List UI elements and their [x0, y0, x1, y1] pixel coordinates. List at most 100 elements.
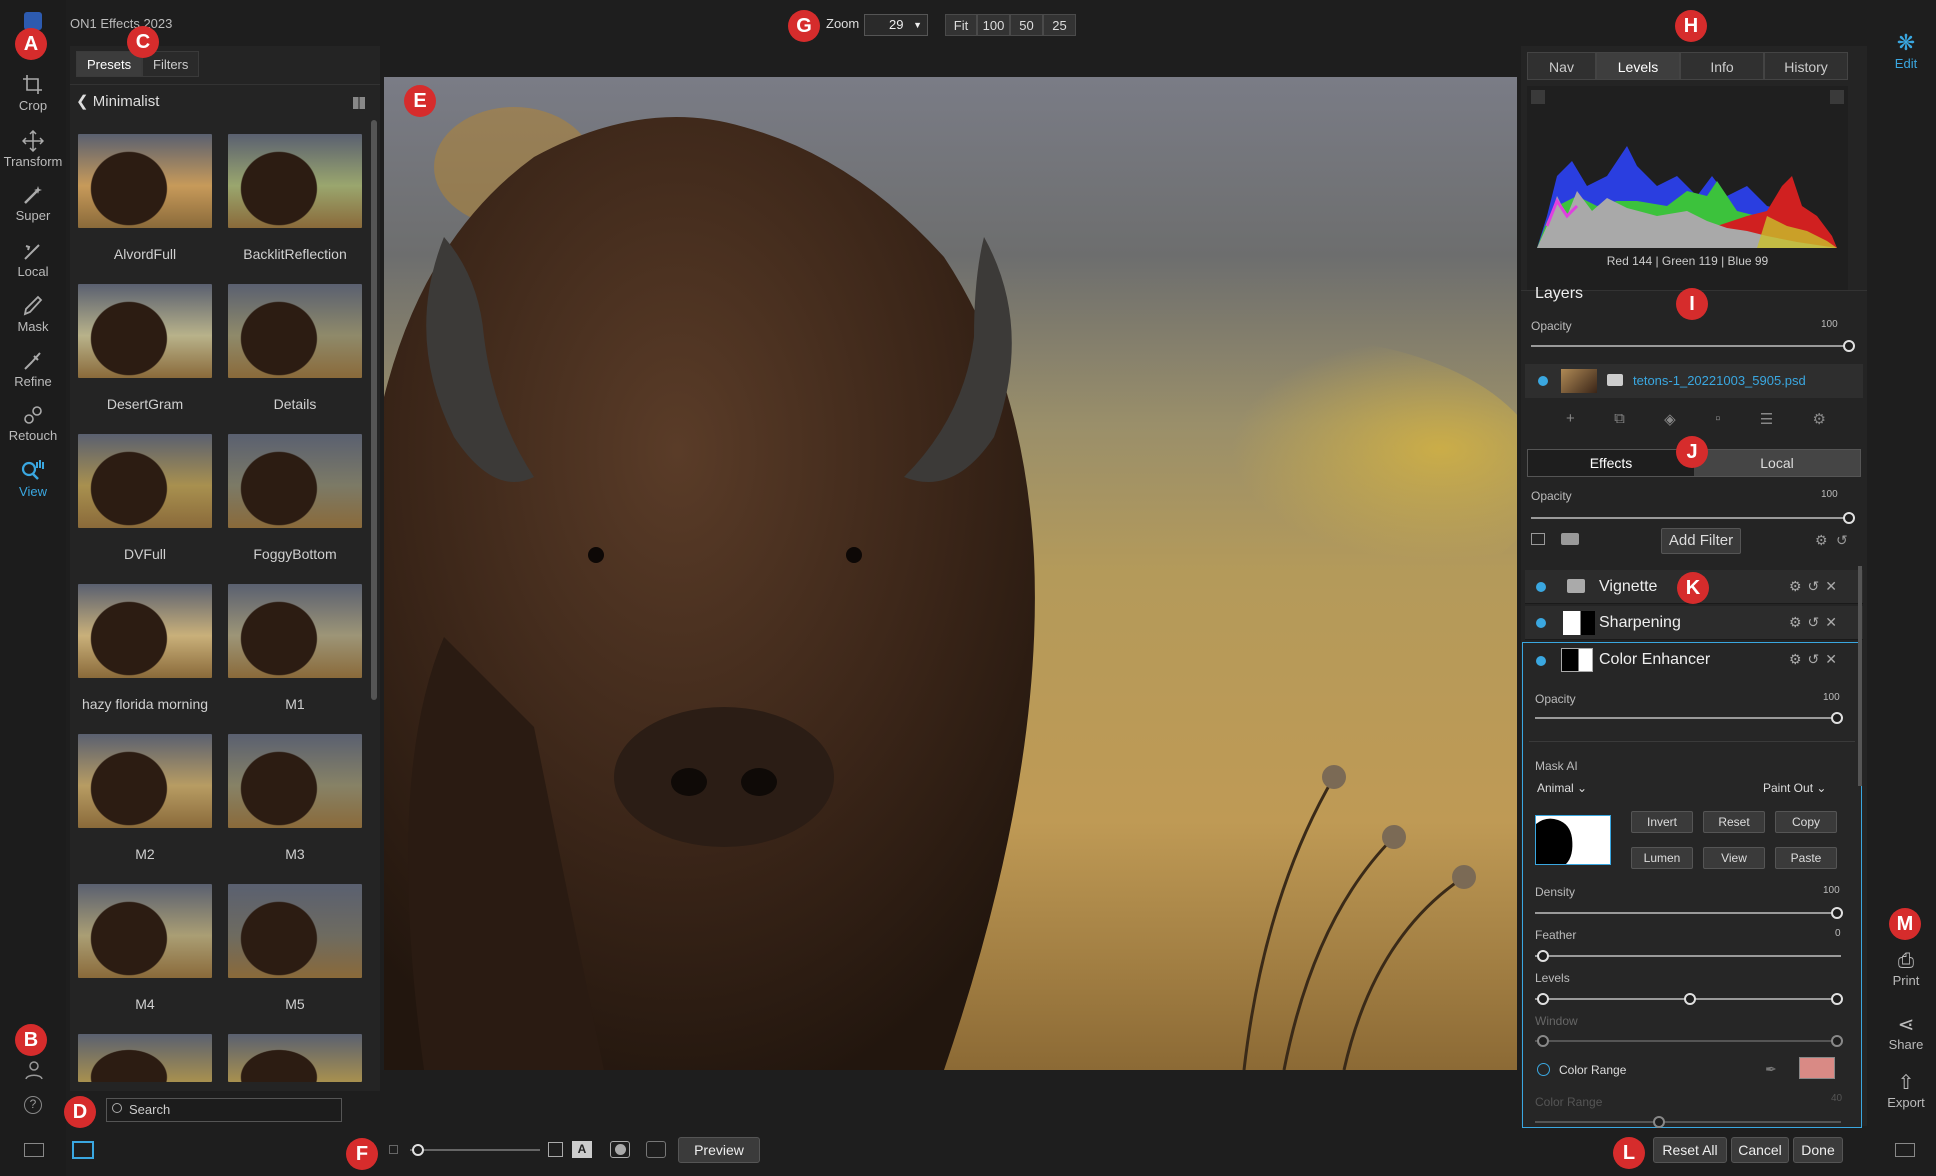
paste-button[interactable]: Paste — [1775, 847, 1837, 869]
layers-opacity-slider[interactable] — [1531, 345, 1853, 347]
color-swatch[interactable] — [1799, 1057, 1835, 1079]
layer-mask-icon[interactable] — [1607, 374, 1623, 386]
filter-visibility-icon[interactable] — [1536, 618, 1546, 628]
preset-thumbnail[interactable] — [78, 1034, 212, 1082]
copy-button[interactable]: Copy — [1775, 811, 1837, 833]
preset-thumbnail[interactable] — [78, 434, 212, 528]
photo-canvas[interactable] — [384, 77, 1517, 1070]
eyedropper-icon[interactable]: ✒ — [1765, 1061, 1777, 1078]
stack-icon[interactable]: ☰ — [1760, 410, 1773, 430]
layer-visibility-icon[interactable] — [1538, 376, 1548, 386]
tool-refine[interactable]: Refine — [0, 350, 66, 389]
preset-thumbnail[interactable] — [78, 284, 212, 378]
panel-toggle-left-icon[interactable] — [24, 1143, 44, 1157]
tool-mask[interactable]: Mask — [0, 295, 66, 334]
done-button[interactable]: Done — [1793, 1137, 1843, 1163]
preset-thumbnail[interactable] — [228, 434, 362, 528]
tab-presets[interactable]: Presets — [76, 51, 143, 77]
preset-thumbnail[interactable] — [228, 284, 362, 378]
add-layer-icon[interactable]: + — [1566, 410, 1575, 430]
layer-settings-icon[interactable]: ⚙ — [1813, 410, 1826, 430]
preset-thumbnail[interactable] — [228, 134, 362, 228]
panel-toggle-right-icon[interactable] — [1895, 1143, 1915, 1157]
add-filter-button[interactable]: Add Filter — [1661, 528, 1741, 554]
invert-button[interactable]: Invert — [1631, 811, 1693, 833]
preset-thumbnail[interactable] — [228, 1034, 362, 1082]
filter-visibility-icon[interactable] — [1536, 656, 1546, 666]
lumen-button[interactable]: Lumen — [1631, 847, 1693, 869]
filter-actions[interactable]: ⚙↺✕ — [1789, 578, 1843, 595]
tab-levels[interactable]: Levels — [1596, 52, 1680, 80]
color-range-radio[interactable] — [1537, 1063, 1550, 1076]
effects-opacity-knob[interactable] — [1843, 512, 1855, 524]
mask-type-select[interactable]: Animal ⌄ — [1537, 781, 1587, 795]
preset-thumbnail[interactable] — [78, 734, 212, 828]
window-slider[interactable] — [1535, 1040, 1841, 1042]
tab-nav[interactable]: Nav — [1527, 52, 1596, 80]
preset-thumbnail[interactable] — [228, 734, 362, 828]
tool-transform[interactable]: Transform — [0, 130, 66, 169]
layer-row[interactable]: tetons-1_20221003_5905.psd — [1525, 364, 1863, 398]
search-input[interactable]: Search — [106, 1098, 342, 1122]
preset-thumbnail[interactable] — [78, 134, 212, 228]
shadow-clip-icon[interactable] — [1531, 90, 1545, 104]
fill-icon[interactable]: ◈ — [1664, 410, 1676, 430]
mask-view-icon[interactable] — [610, 1141, 630, 1158]
filter-mask-icon[interactable] — [1567, 579, 1585, 593]
color-range-knob[interactable] — [1653, 1116, 1665, 1128]
feather-knob[interactable] — [1537, 950, 1549, 962]
ce-opacity-knob[interactable] — [1831, 712, 1843, 724]
settings-icon[interactable]: ⚙ — [1815, 532, 1828, 549]
effects-opacity-slider[interactable] — [1531, 517, 1853, 519]
color-range-slider[interactable] — [1535, 1121, 1841, 1123]
density-slider[interactable] — [1535, 912, 1841, 914]
zoom-25-button[interactable]: 25 — [1043, 14, 1076, 36]
edit-module[interactable]: ❋ Edit — [1876, 30, 1936, 71]
thumb-size-knob[interactable] — [412, 1144, 424, 1156]
merge-icon[interactable]: ▫ — [1715, 410, 1720, 430]
zoom-select[interactable]: 29 ▼ — [864, 14, 928, 36]
levels-knob-mid[interactable] — [1684, 993, 1696, 1005]
preview-button[interactable]: Preview — [678, 1137, 760, 1163]
filter-sharpening[interactable]: Sharpening ⚙↺✕ — [1525, 606, 1863, 640]
paint-mode-select[interactable]: Paint Out ⌄ — [1763, 781, 1826, 795]
share-button[interactable]: ⋖ Share — [1876, 1012, 1936, 1052]
tool-view[interactable]: View — [0, 458, 66, 499]
highlight-clip-icon[interactable] — [1830, 90, 1844, 104]
filter-actions[interactable]: ⚙↺✕ — [1789, 651, 1843, 668]
user-icon[interactable] — [24, 1060, 44, 1085]
print-button[interactable]: ⎙ Print — [1876, 950, 1936, 988]
reset-all-button[interactable]: Reset All — [1653, 1137, 1727, 1163]
duplicate-layer-icon[interactable]: ⧉ — [1614, 410, 1625, 430]
preset-thumbnail[interactable] — [228, 884, 362, 978]
category-back[interactable]: ❮ Minimalist — [76, 92, 159, 110]
help-icon[interactable]: ? — [24, 1096, 42, 1114]
view-button[interactable]: View — [1703, 847, 1765, 869]
tool-retouch[interactable]: Retouch — [0, 404, 66, 443]
feather-slider[interactable] — [1535, 955, 1841, 957]
cancel-button[interactable]: Cancel — [1731, 1137, 1789, 1163]
tab-history[interactable]: History — [1764, 52, 1848, 80]
ce-opacity-slider[interactable] — [1535, 717, 1841, 719]
thumb-size-slider[interactable] — [410, 1149, 540, 1151]
zoom-100-button[interactable]: 100 — [977, 14, 1010, 36]
tool-super[interactable]: Super — [0, 184, 66, 223]
levels-knob-white[interactable] — [1831, 993, 1843, 1005]
soft-proof-icon[interactable] — [646, 1141, 666, 1158]
window-knob-left[interactable] — [1537, 1035, 1549, 1047]
zoom-fit-button[interactable]: Fit — [945, 14, 977, 36]
preset-thumbnail[interactable] — [78, 884, 212, 978]
tab-local[interactable]: Local — [1694, 450, 1860, 476]
layers-opacity-knob[interactable] — [1843, 340, 1855, 352]
tool-local[interactable]: Local — [0, 240, 66, 279]
reset-icon[interactable]: ↺ — [1836, 532, 1848, 549]
compare-icon[interactable] — [548, 1142, 563, 1157]
text-overlay-icon[interactable]: A — [572, 1141, 592, 1158]
save-preset-icon[interactable] — [1531, 533, 1545, 545]
levels-knob-black[interactable] — [1537, 993, 1549, 1005]
filmstrip-toggle-icon[interactable] — [72, 1141, 94, 1159]
density-knob[interactable] — [1831, 907, 1843, 919]
reset-button[interactable]: Reset — [1703, 811, 1765, 833]
mask-icon[interactable] — [1561, 533, 1579, 545]
browser-scrollbar[interactable] — [371, 120, 377, 700]
